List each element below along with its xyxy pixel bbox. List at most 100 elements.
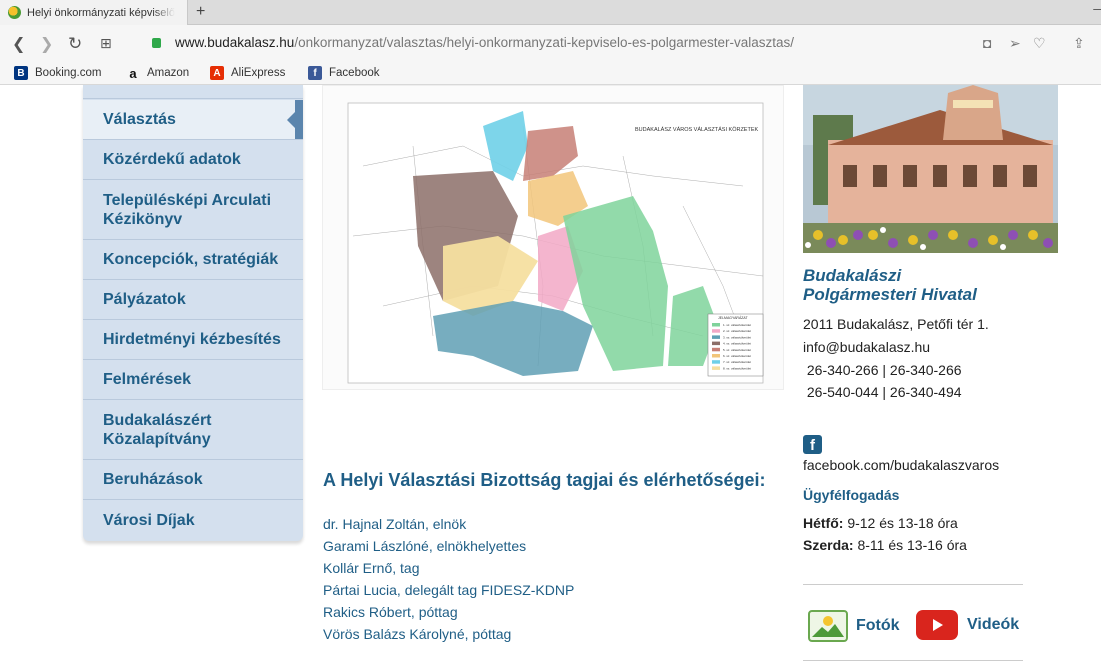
member-item: Vörös Balázs Károlyné, póttag xyxy=(323,626,512,642)
office-name-line2: Polgármesteri Hivatal xyxy=(803,285,977,304)
legend-label: 8. sz. választókerület xyxy=(723,366,751,370)
legend-swatch xyxy=(712,347,720,352)
committee-heading: A Helyi Választási Bizottság tagjai és e… xyxy=(323,470,766,490)
legend-label: 5. sz. választókerület xyxy=(723,348,751,352)
sidebar-item-kozerdeku-adatok[interactable]: Közérdekű adatok xyxy=(83,140,303,180)
send-icon[interactable]: ➢ xyxy=(1009,35,1021,52)
sidebar-item-beruhazasok[interactable]: Beruházások xyxy=(83,460,303,500)
legend-swatch xyxy=(712,354,720,358)
hours-wednesday: Szerda: 8-11 és 13-16 óra xyxy=(803,537,967,553)
videos-link[interactable]: Videók xyxy=(916,610,1019,640)
legend-label: 7. sz. választókerület xyxy=(723,360,751,364)
bookmark-label: Facebook xyxy=(329,67,380,79)
legend-swatch xyxy=(712,366,720,370)
facebook-link[interactable]: facebook.com/budakalaszvaros xyxy=(803,457,999,473)
legend-swatch xyxy=(712,341,720,346)
site-favicon-icon xyxy=(8,6,21,19)
divider xyxy=(803,660,1023,661)
hours-monday: Hétfő: 9-12 és 13-18 óra xyxy=(803,515,958,531)
back-arrow-icon[interactable]: ❮ xyxy=(12,34,25,54)
member-item: Rakics Róbert, póttag xyxy=(323,604,458,620)
photos-link[interactable]: Fotók xyxy=(808,610,900,642)
browser-tab[interactable]: Helyi önkormányzati képviselő xyxy=(0,0,188,25)
legend-swatch xyxy=(712,323,720,327)
bookmarks-bar: B Booking.com a Amazon A AliExpress f Fa… xyxy=(0,63,1101,85)
legend-swatch xyxy=(712,329,720,333)
hours-day: Szerda: xyxy=(803,537,854,553)
bookmark-label: Amazon xyxy=(147,67,190,79)
customer-service-heading: Ügyfélfogadás xyxy=(803,487,900,503)
office-address: 2011 Budakalász, Petőfi tér 1. xyxy=(803,316,989,332)
legend-label: 1. sz. választókerület xyxy=(723,323,751,327)
facebook-icon[interactable]: f xyxy=(803,435,822,454)
bookmark-amazon[interactable]: a Amazon xyxy=(126,66,190,81)
sidebar-item-varosi-dijak[interactable]: Városi Díjak xyxy=(83,500,303,540)
new-tab-plus-icon[interactable]: + xyxy=(196,3,205,21)
sidebar-item-label: Beruházások xyxy=(103,471,203,488)
legend-swatch xyxy=(712,335,720,339)
hours-time: 8-11 és 13-16 óra xyxy=(853,537,967,553)
sidebar-nav: Választás Közérdekű adatok Településképi… xyxy=(83,85,303,541)
member-item: Pártai Lucia, delegált tag FIDESZ-KDNP xyxy=(323,582,575,598)
map-drawing: BUDAKALÁSZ VÁROS VÁLASZTÁSI KÖRZETEK JEL… xyxy=(347,102,764,384)
sidebar-item-palyazatok[interactable]: Pályázatok xyxy=(83,280,303,320)
office-email[interactable]: info@budakalasz.hu xyxy=(803,339,930,355)
reload-icon[interactable]: ↻ xyxy=(68,34,82,54)
secure-lock-icon xyxy=(152,38,161,48)
sidebar-item-label: Városi Díjak xyxy=(103,511,195,529)
office-name-line1: Budakalászi xyxy=(803,266,902,285)
tab-overflow-icon[interactable]: – xyxy=(1093,0,1101,16)
bookmark-label: Booking.com xyxy=(35,67,102,79)
town-hall-illustration xyxy=(803,85,1058,253)
sidebar-item-label: Pályázatok xyxy=(103,291,186,308)
sidebar-item-felmeresek[interactable]: Felmérések xyxy=(83,360,303,400)
browser-toolbar: ❮ ❯ ↻ ⊞ www.budakalasz.hu/onkormanyzat/v… xyxy=(0,25,1101,63)
facebook-logo-icon: f xyxy=(308,66,322,80)
sidebar-item-label: Közérdekű adatok xyxy=(103,151,241,168)
url-path: /onkormanyzat/valasztas/helyi-onkormanyz… xyxy=(294,35,795,50)
sidebar-item-label: Koncepciók, stratégiák xyxy=(103,251,279,268)
forward-arrow-icon[interactable]: ❯ xyxy=(40,34,53,54)
tab-bar: Helyi önkormányzati képviselő + – xyxy=(0,0,1101,25)
member-item: Garami Lászlóné, elnökhelyettes xyxy=(323,538,527,554)
divider xyxy=(803,584,1023,585)
map-title: BUDAKALÁSZ VÁROS VÁLASZTÁSI KÖRZETEK xyxy=(635,126,759,133)
speed-dial-grid-icon[interactable]: ⊞ xyxy=(100,35,112,52)
sidebar-item-hirdetmenyi-kezbesites[interactable]: Hirdetményi kézbesítés xyxy=(83,320,303,360)
electoral-districts-map[interactable]: BUDAKALÁSZ VÁROS VÁLASZTÁSI KÖRZETEK JEL… xyxy=(322,85,784,390)
camera-snapshot-icon[interactable]: ◘ xyxy=(983,35,991,51)
url-host: www.budakalasz.hu xyxy=(175,35,295,50)
sidebar-item-label: Településképi Arculati Kézikönyv xyxy=(103,191,272,228)
legend-title: JELMAGYARÁZAT xyxy=(718,316,748,320)
booking-logo-icon: B xyxy=(14,66,28,80)
heart-icon[interactable]: ♡ xyxy=(1033,35,1046,52)
active-marker xyxy=(287,100,303,139)
address-bar[interactable]: www.budakalasz.hu/onkormanyzat/valasztas… xyxy=(152,35,794,50)
legend-swatch xyxy=(712,360,720,364)
bookmark-label: AliExpress xyxy=(231,67,286,79)
bookmark-booking[interactable]: B Booking.com xyxy=(14,66,101,80)
town-hall-photo xyxy=(803,85,1058,253)
sidebar-item-cut-off[interactable] xyxy=(83,85,303,99)
bookmark-aliexpress[interactable]: A AliExpress xyxy=(210,66,285,80)
sidebar-item-label: Hirdetményi kézbesítés xyxy=(103,331,281,348)
sidebar-item-arculati-kezikonyv[interactable]: Településképi Arculati Kézikönyv xyxy=(83,180,303,240)
member-item: dr. Hajnal Zoltán, elnök xyxy=(323,516,467,532)
photos-label: Fotók xyxy=(856,617,900,634)
office-phone-1: 26-340-266 | 26-340-266 xyxy=(803,362,962,378)
youtube-play-icon xyxy=(916,610,958,640)
photos-icon xyxy=(808,610,848,642)
sidebar-item-valasztas[interactable]: Választás xyxy=(83,100,303,140)
sidebar-item-label: Felmérések xyxy=(103,371,192,388)
hours-day: Hétfő: xyxy=(803,515,844,531)
aliexpress-logo-icon: A xyxy=(210,66,224,80)
member-item: Kollár Ernő, tag xyxy=(323,560,420,576)
sidebar-item-kozalapitvany[interactable]: Budakalászért Közalapítvány xyxy=(83,400,303,460)
tab-title: Helyi önkormányzati képviselő xyxy=(27,6,175,19)
share-icon[interactable]: ⇪ xyxy=(1073,35,1085,52)
legend-label: 3. sz. választókerület xyxy=(723,335,751,339)
sidebar-item-label: Budakalászért Közalapítvány xyxy=(103,411,212,448)
office-name: Budakalászi Polgármesteri Hivatal xyxy=(803,266,977,304)
bookmark-facebook[interactable]: f Facebook xyxy=(308,66,380,80)
sidebar-item-koncepciok[interactable]: Koncepciók, stratégiák xyxy=(83,240,303,280)
